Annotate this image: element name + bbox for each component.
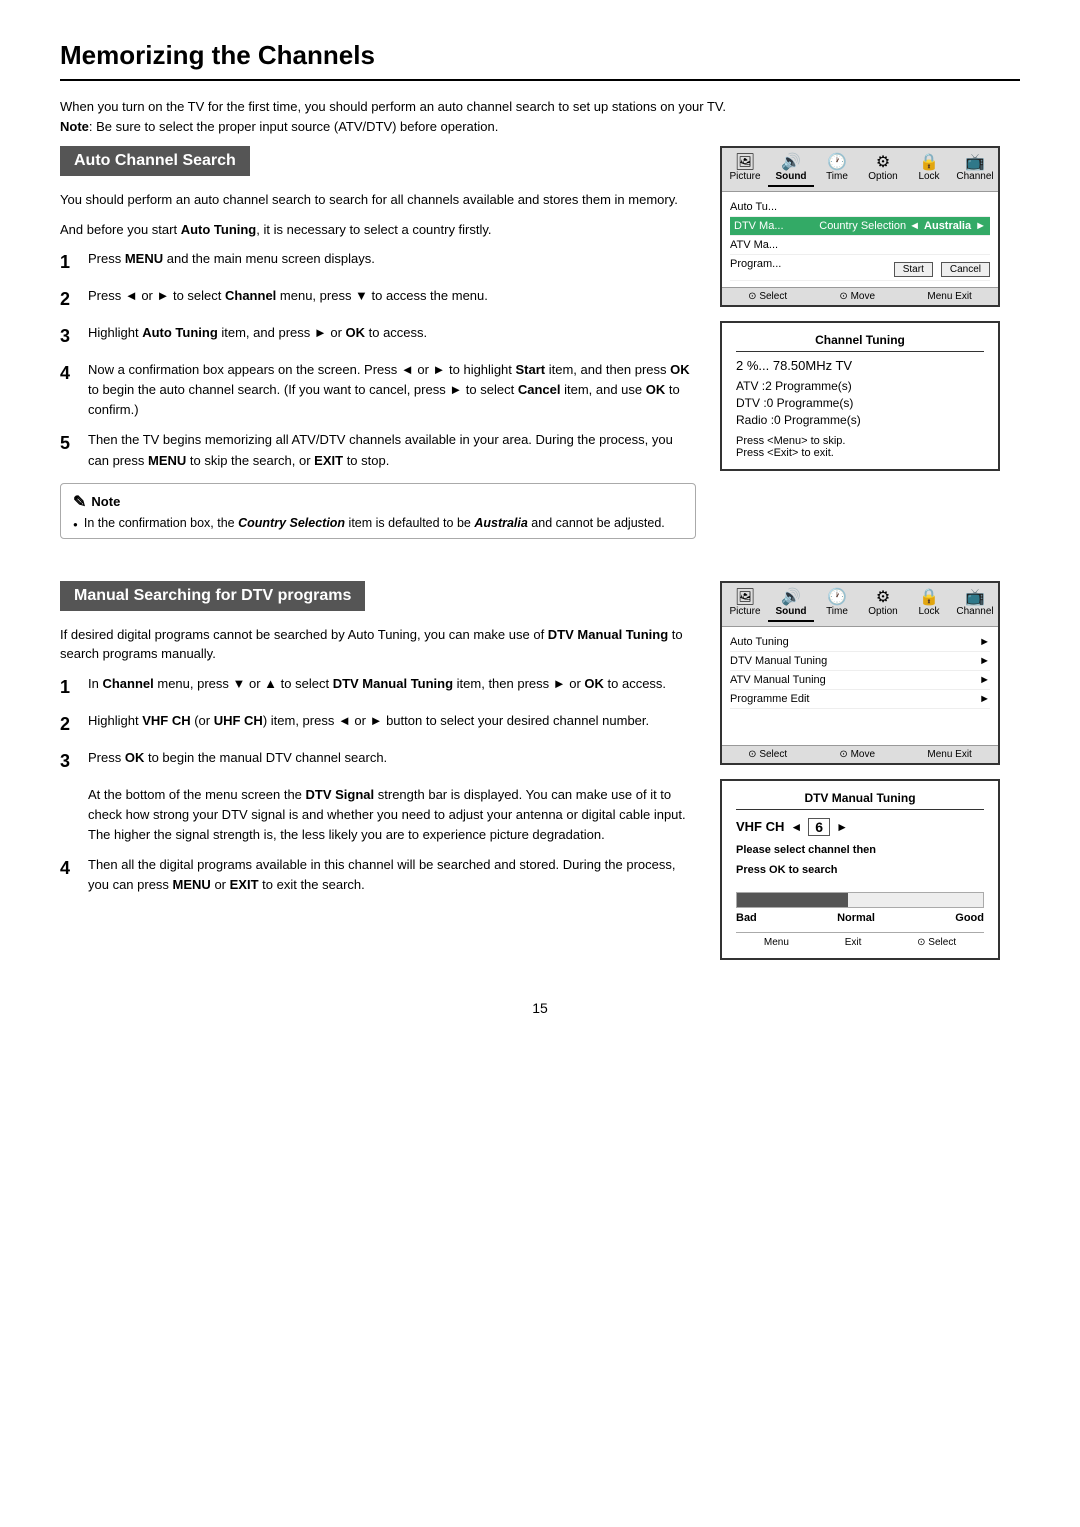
start-button[interactable]: Start	[894, 262, 933, 277]
tab2-option[interactable]: ⚙ Option	[860, 587, 906, 622]
signal-label-bad: Bad	[736, 912, 757, 924]
tv2-row-dtv: DTV Manual Tuning ►	[730, 652, 990, 671]
tab-picture[interactable]: 🖼 Picture	[722, 152, 768, 187]
section2-right: 🖼 Picture 🔊 Sound 🕐 Time ⚙ Option	[720, 581, 1020, 960]
section1: Auto Channel Search You should perform a…	[60, 146, 696, 551]
tuning-row-dtv: DTV :0 Programme(s)	[736, 396, 984, 410]
tuning-row-radio: Radio :0 Programme(s)	[736, 413, 984, 427]
signal-bar-container	[736, 892, 984, 908]
tv2-row-autotuning: Auto Tuning ►	[730, 633, 990, 652]
dtv-ch-row: VHF CH ◄ 6 ►	[736, 818, 984, 836]
dtv-msg1: Please select channel then	[736, 844, 984, 856]
tab2-sound[interactable]: 🔊 Sound	[768, 587, 814, 622]
tab2-time[interactable]: 🕐 Time	[814, 587, 860, 622]
tv-ui-1-footer: ⊙ Select ⊙ Move Menu Exit	[722, 287, 998, 305]
note-icon: ✎	[73, 492, 86, 512]
section1-right: 🖼 Picture 🔊 Sound 🕐 Time ⚙ Option 🔒	[720, 146, 1020, 551]
dtv-msg2: Press OK to search	[736, 864, 984, 876]
tuning-title: Channel Tuning	[736, 333, 984, 352]
s2-step-4a: At the bottom of the menu screen the DTV…	[60, 785, 696, 845]
channel-tuning-box: Channel Tuning 2 %... 78.50MHz TV ATV :2…	[720, 321, 1000, 471]
section2-steps: 1 In Channel menu, press ▼ or ▲ to selec…	[60, 674, 696, 896]
intro-text: When you turn on the TV for the first ti…	[60, 97, 1020, 136]
dtv-ch-number: 6	[808, 818, 830, 836]
step-4: 4 Now a confirmation box appears on the …	[60, 360, 696, 420]
section1-header: Auto Channel Search	[60, 146, 250, 176]
tv-ui-2-footer: ⊙ Select ⊙ Move Menu Exit	[722, 745, 998, 763]
tab-time[interactable]: 🕐 Time	[814, 152, 860, 187]
dtv-footer-select: ⊙ Select	[917, 937, 956, 948]
section1-desc: You should perform an auto channel searc…	[60, 190, 696, 210]
tuning-row-atv: ATV :2 Programme(s)	[736, 379, 984, 393]
step-3: 3 Highlight Auto Tuning item, and press …	[60, 323, 696, 350]
dtv-footer-exit: Exit	[845, 937, 862, 948]
tv-ui-1-header: 🖼 Picture 🔊 Sound 🕐 Time ⚙ Option 🔒	[722, 148, 998, 192]
section1-desc2: And before you start Auto Tuning, it is …	[60, 220, 696, 240]
dtv-manual-tuning-box: DTV Manual Tuning VHF CH ◄ 6 ► Please se…	[720, 779, 1000, 960]
dtv-footer-menu: Menu	[764, 937, 789, 948]
step-2: 2 Press ◄ or ► to select Channel menu, p…	[60, 286, 696, 313]
tv-row-atv: ATV Ma...	[730, 236, 990, 255]
tab-option[interactable]: ⚙ Option	[860, 152, 906, 187]
tv-ui-2-header: 🖼 Picture 🔊 Sound 🕐 Time ⚙ Option	[722, 583, 998, 627]
page-title: Memorizing the Channels	[60, 40, 1020, 81]
tv2-row-atv: ATV Manual Tuning ►	[730, 671, 990, 690]
tv2-row-progedit: Programme Edit ►	[730, 690, 990, 709]
tv-row-dtv: DTV Ma... Country Selection ◄ Australia …	[730, 217, 990, 236]
step-1: 1 Press MENU and the main menu screen di…	[60, 249, 696, 276]
cancel-button[interactable]: Cancel	[941, 262, 990, 277]
tv-ui-2-body: Auto Tuning ► DTV Manual Tuning ► ATV Ma…	[722, 627, 998, 745]
country-selection: Country Selection ◄ Australia ►	[819, 220, 986, 232]
signal-label-good: Good	[955, 912, 984, 924]
note-box: ✎ Note In the confirmation box, the Coun…	[60, 483, 696, 539]
tab2-picture[interactable]: 🖼 Picture	[722, 587, 768, 622]
tuning-freq: 2 %... 78.50MHz TV	[736, 358, 984, 373]
tuning-footer1: Press <Menu> to skip. Press <Exit> to ex…	[736, 435, 984, 459]
note-bullet: In the confirmation box, the Country Sel…	[73, 516, 683, 530]
tv-row-program: Program... Start Cancel	[730, 255, 990, 281]
tab2-lock[interactable]: 🔒 Lock	[906, 587, 952, 622]
section2: Manual Searching for DTV programs If des…	[60, 581, 696, 960]
section1-steps: 1 Press MENU and the main menu screen di…	[60, 249, 696, 471]
s2-step-3: 3 Press OK to begin the manual DTV chann…	[60, 748, 696, 775]
signal-label-normal: Normal	[837, 912, 875, 924]
tab-channel[interactable]: 📺 Channel	[952, 152, 998, 187]
tv-ui-1-body: Auto Tu... DTV Ma... Country Selection ◄…	[722, 192, 998, 287]
tab2-channel[interactable]: 📺 Channel	[952, 587, 998, 622]
dtv-box-title: DTV Manual Tuning	[736, 791, 984, 810]
tab-sound[interactable]: 🔊 Sound	[768, 152, 814, 187]
section2-header: Manual Searching for DTV programs	[60, 581, 365, 611]
s2-step-4b: 4 Then all the digital programs availabl…	[60, 855, 696, 895]
step-5: 5 Then the TV begins memorizing all ATV/…	[60, 430, 696, 470]
section2-desc: If desired digital programs cannot be se…	[60, 625, 696, 664]
tv-row-autotuning: Auto Tu...	[730, 198, 990, 217]
s2-step-2: 2 Highlight VHF CH (or UHF CH) item, pre…	[60, 711, 696, 738]
dtv-box-footer: Menu Exit ⊙ Select	[736, 932, 984, 948]
tv-ui-1: 🖼 Picture 🔊 Sound 🕐 Time ⚙ Option 🔒	[720, 146, 1000, 307]
dtv-ch-right-arrow[interactable]: ►	[836, 820, 848, 834]
dtv-ch-label: VHF CH	[736, 819, 784, 834]
page-number: 15	[60, 1000, 1020, 1016]
tv-ui-2: 🖼 Picture 🔊 Sound 🕐 Time ⚙ Option	[720, 581, 1000, 765]
s2-step-1: 1 In Channel menu, press ▼ or ▲ to selec…	[60, 674, 696, 701]
dtv-ch-left-arrow[interactable]: ◄	[790, 820, 802, 834]
signal-labels: Bad Normal Good	[736, 912, 984, 924]
tab-lock[interactable]: 🔒 Lock	[906, 152, 952, 187]
signal-bar	[737, 893, 848, 907]
